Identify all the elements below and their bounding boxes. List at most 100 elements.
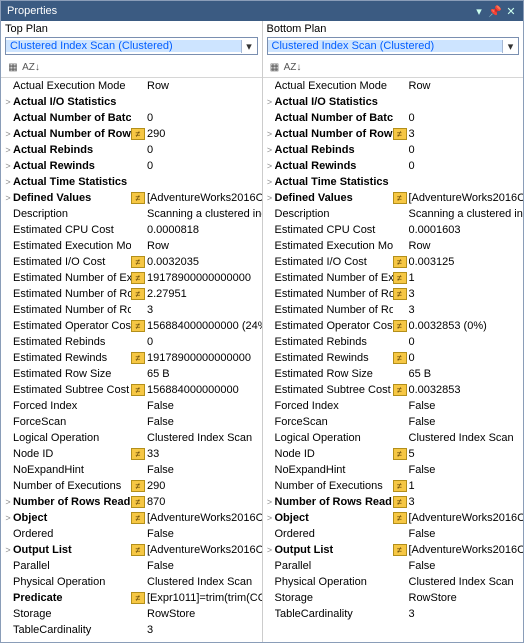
dropdown-icon[interactable]: ▾ <box>473 5 485 17</box>
expander-icon[interactable]: > <box>265 97 275 107</box>
top-plan-combo[interactable]: Clustered Index Scan (Clustered) ▾ <box>5 37 258 55</box>
property-row[interactable]: >Actual I/O Statistics <box>1 94 262 110</box>
property-row[interactable]: Estimated Number of Row2.27951 <box>1 286 262 302</box>
property-row[interactable]: Estimated Operator Cost0.0032853 (0%) <box>263 318 524 334</box>
property-row[interactable]: OrderedFalse <box>1 526 262 542</box>
property-row[interactable]: Estimated Row Size65 B <box>263 366 524 382</box>
property-row[interactable]: Estimated I/O Cost0.0032035 <box>1 254 262 270</box>
property-row[interactable]: TableCardinality3 <box>263 606 524 622</box>
property-row[interactable]: >Output List[AdventureWorks2016CTP3].[ <box>263 542 524 558</box>
property-row[interactable]: Actual Execution ModeRow <box>263 78 524 94</box>
expander-icon[interactable]: > <box>265 145 275 155</box>
expander-icon[interactable]: > <box>3 97 13 107</box>
properties-panel: Properties ▾ 📌 ✕ Top Plan Clustered Inde… <box>0 0 524 643</box>
property-row[interactable]: ForceScanFalse <box>263 414 524 430</box>
property-row[interactable]: Physical OperationClustered Index Scan <box>1 574 262 590</box>
titlebar[interactable]: Properties ▾ 📌 ✕ <box>1 1 523 21</box>
property-row[interactable]: Estimated CPU Cost0.0000818 <box>1 222 262 238</box>
property-row[interactable]: >Number of Rows Read870 <box>1 494 262 510</box>
expander-icon[interactable]: > <box>265 177 275 187</box>
property-row[interactable]: Forced IndexFalse <box>263 398 524 414</box>
chevron-down-icon[interactable]: ▾ <box>241 40 257 53</box>
property-row[interactable]: >Actual Rewinds0 <box>1 158 262 174</box>
expander-icon[interactable]: > <box>3 193 13 203</box>
property-row[interactable]: Node ID5 <box>263 446 524 462</box>
property-row[interactable]: >Output List[AdventureWorks2016CTP3].[ <box>1 542 262 558</box>
property-row[interactable]: ParallelFalse <box>263 558 524 574</box>
property-row[interactable]: Estimated Number of Row3 <box>263 286 524 302</box>
expander-icon[interactable]: > <box>3 177 13 187</box>
property-row[interactable]: Physical OperationClustered Index Scan <box>263 574 524 590</box>
property-row[interactable]: Logical OperationClustered Index Scan <box>263 430 524 446</box>
property-row[interactable]: Number of Executions290 <box>1 478 262 494</box>
property-row[interactable]: Estimated Subtree Cost156884000000000 <box>1 382 262 398</box>
property-row[interactable]: Estimated Execution ModRow <box>263 238 524 254</box>
property-row[interactable]: Forced IndexFalse <box>1 398 262 414</box>
property-row[interactable]: Estimated Row Size65 B <box>1 366 262 382</box>
property-row[interactable]: ForceScanFalse <box>1 414 262 430</box>
property-row[interactable]: Node ID33 <box>1 446 262 462</box>
property-row[interactable]: >Defined Values[AdventureWorks2016CTP3].… <box>263 190 524 206</box>
property-row[interactable]: Number of Executions1 <box>263 478 524 494</box>
property-row[interactable]: >Actual Time Statistics <box>1 174 262 190</box>
property-row[interactable]: Predicate[Expr1011]=trim(trim(CONVER <box>1 590 262 606</box>
expander-icon[interactable]: > <box>3 161 13 171</box>
expander-icon[interactable]: > <box>3 545 13 555</box>
property-row[interactable]: >Actual Rebinds0 <box>263 142 524 158</box>
property-row[interactable]: Estimated Subtree Cost0.0032853 <box>263 382 524 398</box>
property-row[interactable]: >Object[AdventureWorks2016CTP3].[Perso <box>1 510 262 526</box>
property-row[interactable]: >Number of Rows Read3 <box>263 494 524 510</box>
property-row[interactable]: TableCardinality3 <box>1 622 262 638</box>
alpha-sort-button[interactable]: AZ↓ <box>23 59 39 75</box>
property-row[interactable]: Estimated Rebinds0 <box>263 334 524 350</box>
property-row[interactable]: NoExpandHintFalse <box>263 462 524 478</box>
property-row[interactable]: StorageRowStore <box>1 606 262 622</box>
property-row[interactable]: Estimated Number of Row3 <box>263 302 524 318</box>
expander-icon[interactable]: > <box>3 145 13 155</box>
property-row[interactable]: DescriptionScanning a clustered index, e… <box>1 206 262 222</box>
property-row[interactable]: Estimated CPU Cost0.0001603 <box>263 222 524 238</box>
property-row[interactable]: Estimated Rewinds19178900000000000 <box>1 350 262 366</box>
property-row[interactable]: Estimated Number of Row3 <box>1 302 262 318</box>
expander-icon[interactable]: > <box>265 161 275 171</box>
expander-icon[interactable]: > <box>265 497 275 507</box>
property-row[interactable]: NoExpandHintFalse <box>1 462 262 478</box>
categorized-button[interactable]: ▦ <box>267 59 283 75</box>
property-row[interactable]: Actual Number of Batches0 <box>1 110 262 126</box>
property-row[interactable]: Estimated Rebinds0 <box>1 334 262 350</box>
categorized-button[interactable]: ▦ <box>5 59 21 75</box>
property-row[interactable]: ParallelFalse <box>1 558 262 574</box>
property-row[interactable]: >Actual Rewinds0 <box>263 158 524 174</box>
expander-icon[interactable]: > <box>265 513 275 523</box>
property-row[interactable]: Estimated I/O Cost0.003125 <box>263 254 524 270</box>
property-row[interactable]: Actual Execution ModeRow <box>1 78 262 94</box>
property-row[interactable]: Logical OperationClustered Index Scan <box>1 430 262 446</box>
property-row[interactable]: OrderedFalse <box>263 526 524 542</box>
property-row[interactable]: >Object[AdventureWorks2016CTP3].[P <box>263 510 524 526</box>
expander-icon[interactable]: > <box>265 545 275 555</box>
property-row[interactable]: Actual Number of Batche0 <box>263 110 524 126</box>
property-row[interactable]: Estimated Execution ModeRow <box>1 238 262 254</box>
expander-icon[interactable]: > <box>265 129 275 139</box>
expander-icon[interactable]: > <box>3 129 13 139</box>
property-row[interactable]: DescriptionScanning a clustered index, e… <box>263 206 524 222</box>
property-row[interactable]: Estimated Operator Cost156884000000000 (… <box>1 318 262 334</box>
close-icon[interactable]: ✕ <box>505 5 517 17</box>
property-row[interactable]: Estimated Number of Exec1917890000000000… <box>1 270 262 286</box>
property-row[interactable]: StorageRowStore <box>263 590 524 606</box>
expander-icon[interactable]: > <box>3 513 13 523</box>
alpha-sort-button[interactable]: AZ↓ <box>285 59 301 75</box>
expander-icon[interactable]: > <box>265 193 275 203</box>
bottom-plan-combo[interactable]: Clustered Index Scan (Clustered) ▾ <box>267 37 520 55</box>
property-row[interactable]: >Actual Number of Rows3 <box>263 126 524 142</box>
property-row[interactable]: >Actual Number of Rows290 <box>1 126 262 142</box>
property-row[interactable]: >Actual Rebinds0 <box>1 142 262 158</box>
pin-icon[interactable]: 📌 <box>489 5 501 17</box>
expander-icon[interactable]: > <box>3 497 13 507</box>
property-row[interactable]: Estimated Rewinds0 <box>263 350 524 366</box>
property-row[interactable]: >Defined Values[AdventureWorks2016CTP3].… <box>1 190 262 206</box>
property-row[interactable]: >Actual Time Statistics <box>263 174 524 190</box>
property-row[interactable]: >Actual I/O Statistics <box>263 94 524 110</box>
chevron-down-icon[interactable]: ▾ <box>502 40 518 53</box>
property-row[interactable]: Estimated Number of Exe1 <box>263 270 524 286</box>
